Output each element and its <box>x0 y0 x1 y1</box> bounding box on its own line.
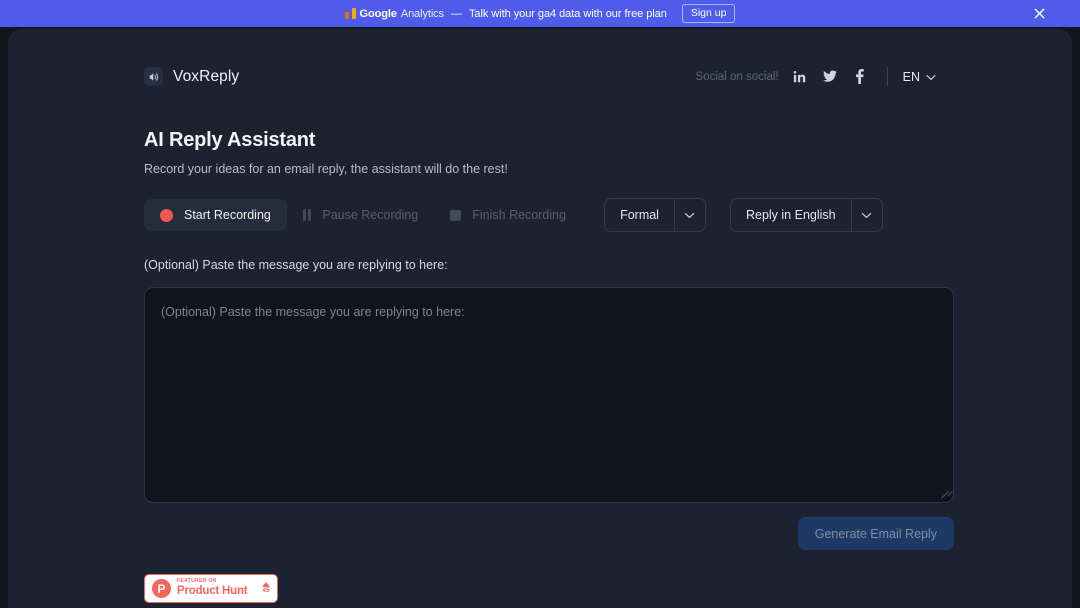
facebook-icon[interactable] <box>853 69 867 84</box>
chevron-down-icon <box>926 70 936 84</box>
product-hunt-logo-icon: P <box>152 579 171 598</box>
google-analytics-icon <box>344 8 356 19</box>
record-dot-icon <box>160 208 173 222</box>
reply-language-value: Reply in English <box>745 208 836 222</box>
header-right: Social on social! EN <box>696 67 936 86</box>
language-selector[interactable]: EN <box>903 70 936 84</box>
message-textarea[interactable] <box>144 287 954 503</box>
generate-row: Generate Email Reply <box>144 517 954 550</box>
chevron-down-icon <box>673 199 705 231</box>
message-field-label: (Optional) Paste the message you are rep… <box>144 258 448 272</box>
language-value: EN <box>902 69 920 84</box>
promo-dash: — <box>450 7 462 20</box>
message-textarea-wrapper <box>144 287 954 503</box>
pause-icon <box>302 209 312 221</box>
header-divider <box>886 67 888 86</box>
app-card: VoxReply Social on social! EN AI Reply A… <box>8 29 1072 608</box>
pause-recording-label: Pause Recording <box>322 208 419 222</box>
product-hunt-name: Product Hunt <box>177 584 248 597</box>
product-hunt-upvotes: 45 <box>262 582 270 595</box>
social-label: Social on social! <box>695 70 779 83</box>
stop-icon <box>450 209 462 221</box>
app-content: VoxReply Social on social! EN AI Reply A… <box>8 29 1072 608</box>
pause-recording-button[interactable]: Pause Recording <box>287 199 434 231</box>
product-hunt-badge[interactable]: P FEATURED ON Product Hunt 45 <box>144 574 278 603</box>
reply-language-select[interactable]: Reply in English <box>729 198 883 232</box>
recording-controls: Start Recording Pause Recording Finish R… <box>144 198 936 232</box>
close-icon[interactable] <box>1030 5 1048 23</box>
tone-select[interactable]: Formal <box>604 198 706 232</box>
finish-recording-label: Finish Recording <box>472 208 567 222</box>
brand-name: VoxReply <box>173 67 240 85</box>
generate-email-reply-button[interactable]: Generate Email Reply <box>797 517 954 550</box>
promo-message: Talk with your ga4 data with our free pl… <box>468 7 667 20</box>
brand[interactable]: VoxReply <box>144 67 239 86</box>
twitter-icon[interactable] <box>822 69 837 84</box>
product-hunt-upvote-count: 45 <box>262 587 270 595</box>
chevron-down-icon <box>850 199 882 231</box>
social-links <box>793 69 867 84</box>
product-hunt-text: FEATURED ON Product Hunt <box>177 579 256 597</box>
start-recording-button[interactable]: Start Recording <box>144 199 287 231</box>
page-subtitle: Record your ideas for an email reply, th… <box>144 162 508 176</box>
start-recording-label: Start Recording <box>184 208 271 222</box>
page-title: AI Reply Assistant <box>144 129 316 151</box>
site-header: VoxReply Social on social! EN <box>144 29 936 86</box>
google-analytics-brand: Google <box>359 7 397 20</box>
tone-select-value: Formal <box>620 208 659 222</box>
sign-up-button[interactable]: Sign up <box>681 3 736 24</box>
promo-banner-content: Google Analytics — Talk with your ga4 da… <box>344 3 736 24</box>
speaker-icon <box>144 67 163 86</box>
linkedin-icon[interactable] <box>793 69 807 84</box>
promo-banner: Google Analytics — Talk with your ga4 da… <box>0 0 1080 27</box>
google-analytics-logo: Google Analytics <box>344 7 444 20</box>
finish-recording-button[interactable]: Finish Recording <box>434 199 582 231</box>
google-analytics-product: Analytics <box>400 7 444 20</box>
